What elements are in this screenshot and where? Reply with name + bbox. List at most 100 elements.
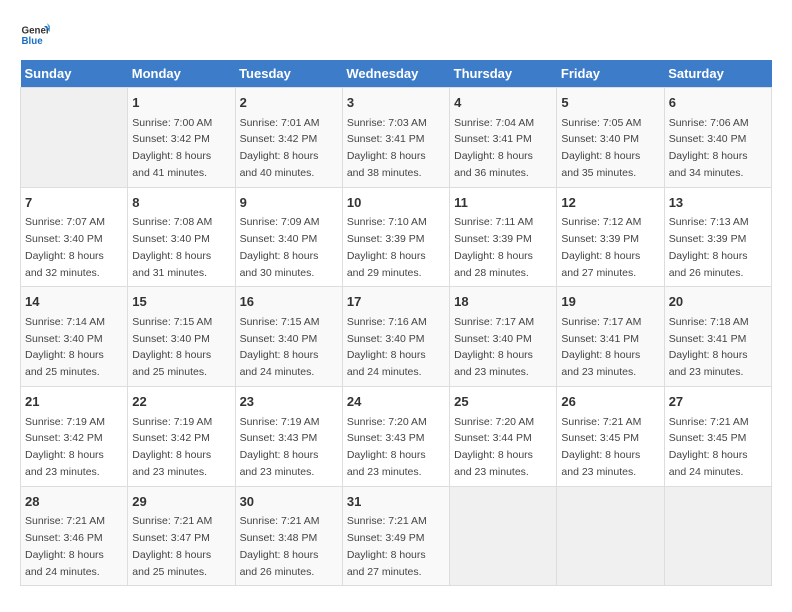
day-info: Sunrise: 7:07 AM Sunset: 3:40 PM Dayligh… [25, 214, 123, 281]
day-info: Sunrise: 7:15 AM Sunset: 3:40 PM Dayligh… [132, 314, 230, 381]
calendar-cell [21, 88, 128, 188]
day-info: Sunrise: 7:14 AM Sunset: 3:40 PM Dayligh… [25, 314, 123, 381]
calendar-cell: 20Sunrise: 7:18 AM Sunset: 3:41 PM Dayli… [664, 287, 771, 387]
calendar-cell: 18Sunrise: 7:17 AM Sunset: 3:40 PM Dayli… [450, 287, 557, 387]
calendar-week-row: 1Sunrise: 7:00 AM Sunset: 3:42 PM Daylig… [21, 88, 772, 188]
day-info: Sunrise: 7:00 AM Sunset: 3:42 PM Dayligh… [132, 115, 230, 182]
calendar-cell [557, 486, 664, 586]
day-info: Sunrise: 7:13 AM Sunset: 3:39 PM Dayligh… [669, 214, 767, 281]
logo: General Blue [20, 20, 50, 50]
calendar-cell: 21Sunrise: 7:19 AM Sunset: 3:42 PM Dayli… [21, 387, 128, 487]
day-info: Sunrise: 7:21 AM Sunset: 3:45 PM Dayligh… [669, 414, 767, 481]
day-info: Sunrise: 7:21 AM Sunset: 3:46 PM Dayligh… [25, 513, 123, 580]
day-number: 25 [454, 392, 552, 412]
calendar-cell: 28Sunrise: 7:21 AM Sunset: 3:46 PM Dayli… [21, 486, 128, 586]
day-info: Sunrise: 7:11 AM Sunset: 3:39 PM Dayligh… [454, 214, 552, 281]
calendar-cell: 29Sunrise: 7:21 AM Sunset: 3:47 PM Dayli… [128, 486, 235, 586]
calendar-cell: 6Sunrise: 7:06 AM Sunset: 3:40 PM Daylig… [664, 88, 771, 188]
day-number: 4 [454, 93, 552, 113]
header-monday: Monday [128, 60, 235, 88]
calendar-cell: 25Sunrise: 7:20 AM Sunset: 3:44 PM Dayli… [450, 387, 557, 487]
day-number: 13 [669, 193, 767, 213]
day-info: Sunrise: 7:19 AM Sunset: 3:43 PM Dayligh… [240, 414, 338, 481]
day-info: Sunrise: 7:06 AM Sunset: 3:40 PM Dayligh… [669, 115, 767, 182]
day-number: 7 [25, 193, 123, 213]
header-thursday: Thursday [450, 60, 557, 88]
day-info: Sunrise: 7:19 AM Sunset: 3:42 PM Dayligh… [132, 414, 230, 481]
day-info: Sunrise: 7:17 AM Sunset: 3:40 PM Dayligh… [454, 314, 552, 381]
calendar-cell: 26Sunrise: 7:21 AM Sunset: 3:45 PM Dayli… [557, 387, 664, 487]
day-number: 9 [240, 193, 338, 213]
day-number: 21 [25, 392, 123, 412]
header-wednesday: Wednesday [342, 60, 449, 88]
calendar-week-row: 14Sunrise: 7:14 AM Sunset: 3:40 PM Dayli… [21, 287, 772, 387]
day-info: Sunrise: 7:05 AM Sunset: 3:40 PM Dayligh… [561, 115, 659, 182]
day-number: 22 [132, 392, 230, 412]
calendar-week-row: 7Sunrise: 7:07 AM Sunset: 3:40 PM Daylig… [21, 187, 772, 287]
day-info: Sunrise: 7:03 AM Sunset: 3:41 PM Dayligh… [347, 115, 445, 182]
calendar-week-row: 21 Sunrise: 7:19 AM Sunset: 3:42 PM Dayli… [21, 387, 772, 487]
calendar-cell: 16Sunrise: 7:15 AM Sunset: 3:40 PM Dayli… [235, 287, 342, 387]
day-info: Sunrise: 7:20 AM Sunset: 3:43 PM Dayligh… [347, 414, 445, 481]
svg-text:Blue: Blue [22, 36, 44, 47]
calendar-cell: 24Sunrise: 7:20 AM Sunset: 3:43 PM Dayli… [342, 387, 449, 487]
day-number: 17 [347, 292, 445, 312]
header-tuesday: Tuesday [235, 60, 342, 88]
day-number: 18 [454, 292, 552, 312]
day-info: Sunrise: 7:17 AM Sunset: 3:41 PM Dayligh… [561, 314, 659, 381]
page-header: General Blue [20, 20, 772, 50]
calendar-cell: 19Sunrise: 7:17 AM Sunset: 3:41 PM Dayli… [557, 287, 664, 387]
header-sunday: Sunday [21, 60, 128, 88]
day-number: 5 [561, 93, 659, 113]
day-info: Sunrise: 7:12 AM Sunset: 3:39 PM Dayligh… [561, 214, 659, 281]
calendar-cell: 31Sunrise: 7:21 AM Sunset: 3:49 PM Dayli… [342, 486, 449, 586]
calendar-cell: 3Sunrise: 7:03 AM Sunset: 3:41 PM Daylig… [342, 88, 449, 188]
calendar-cell: 7Sunrise: 7:07 AM Sunset: 3:40 PM Daylig… [21, 187, 128, 287]
calendar-cell: 11Sunrise: 7:11 AM Sunset: 3:39 PM Dayli… [450, 187, 557, 287]
day-number: 6 [669, 93, 767, 113]
calendar-cell: 27Sunrise: 7:21 AM Sunset: 3:45 PM Dayli… [664, 387, 771, 487]
calendar-cell: 2Sunrise: 7:01 AM Sunset: 3:42 PM Daylig… [235, 88, 342, 188]
calendar-cell: 10Sunrise: 7:10 AM Sunset: 3:39 PM Dayli… [342, 187, 449, 287]
day-number: 30 [240, 492, 338, 512]
day-number: 10 [347, 193, 445, 213]
day-number: 26 [561, 392, 659, 412]
calendar-cell: 12Sunrise: 7:12 AM Sunset: 3:39 PM Dayli… [557, 187, 664, 287]
day-number: 1 [132, 93, 230, 113]
day-number: 3 [347, 93, 445, 113]
day-info: Sunrise: 7:21 AM Sunset: 3:45 PM Dayligh… [561, 414, 659, 481]
calendar-cell: 30Sunrise: 7:21 AM Sunset: 3:48 PM Dayli… [235, 486, 342, 586]
day-info: Sunrise: 7:01 AM Sunset: 3:42 PM Dayligh… [240, 115, 338, 182]
day-number: 11 [454, 193, 552, 213]
day-info: Sunrise: 7:04 AM Sunset: 3:41 PM Dayligh… [454, 115, 552, 182]
day-number: 27 [669, 392, 767, 412]
calendar-cell: 17Sunrise: 7:16 AM Sunset: 3:40 PM Dayli… [342, 287, 449, 387]
calendar-cell: 1Sunrise: 7:00 AM Sunset: 3:42 PM Daylig… [128, 88, 235, 188]
day-number: 24 [347, 392, 445, 412]
day-number: 31 [347, 492, 445, 512]
day-info: Sunrise: 7:08 AM Sunset: 3:40 PM Dayligh… [132, 214, 230, 281]
day-number: 20 [669, 292, 767, 312]
day-number: 15 [132, 292, 230, 312]
day-info: Sunrise: 7:18 AM Sunset: 3:41 PM Dayligh… [669, 314, 767, 381]
day-number: 8 [132, 193, 230, 213]
day-number: 19 [561, 292, 659, 312]
day-info: Sunrise: 7:10 AM Sunset: 3:39 PM Dayligh… [347, 214, 445, 281]
calendar-cell: 23Sunrise: 7:19 AM Sunset: 3:43 PM Dayli… [235, 387, 342, 487]
day-info: Sunrise: 7:15 AM Sunset: 3:40 PM Dayligh… [240, 314, 338, 381]
calendar-cell: 13Sunrise: 7:13 AM Sunset: 3:39 PM Dayli… [664, 187, 771, 287]
calendar-table: SundayMondayTuesdayWednesdayThursdayFrid… [20, 60, 772, 586]
calendar-cell: 22Sunrise: 7:19 AM Sunset: 3:42 PM Dayli… [128, 387, 235, 487]
day-info: Sunrise: 7:21 AM Sunset: 3:48 PM Dayligh… [240, 513, 338, 580]
calendar-header-row: SundayMondayTuesdayWednesdayThursdayFrid… [21, 60, 772, 88]
calendar-cell [664, 486, 771, 586]
day-number: 14 [25, 292, 123, 312]
calendar-cell: 4Sunrise: 7:04 AM Sunset: 3:41 PM Daylig… [450, 88, 557, 188]
day-info: Sunrise: 7:21 AM Sunset: 3:47 PM Dayligh… [132, 513, 230, 580]
calendar-week-row: 28Sunrise: 7:21 AM Sunset: 3:46 PM Dayli… [21, 486, 772, 586]
header-saturday: Saturday [664, 60, 771, 88]
day-number: 12 [561, 193, 659, 213]
calendar-cell: 15Sunrise: 7:15 AM Sunset: 3:40 PM Dayli… [128, 287, 235, 387]
calendar-cell: 5Sunrise: 7:05 AM Sunset: 3:40 PM Daylig… [557, 88, 664, 188]
day-info: Sunrise: 7:21 AM Sunset: 3:49 PM Dayligh… [347, 513, 445, 580]
